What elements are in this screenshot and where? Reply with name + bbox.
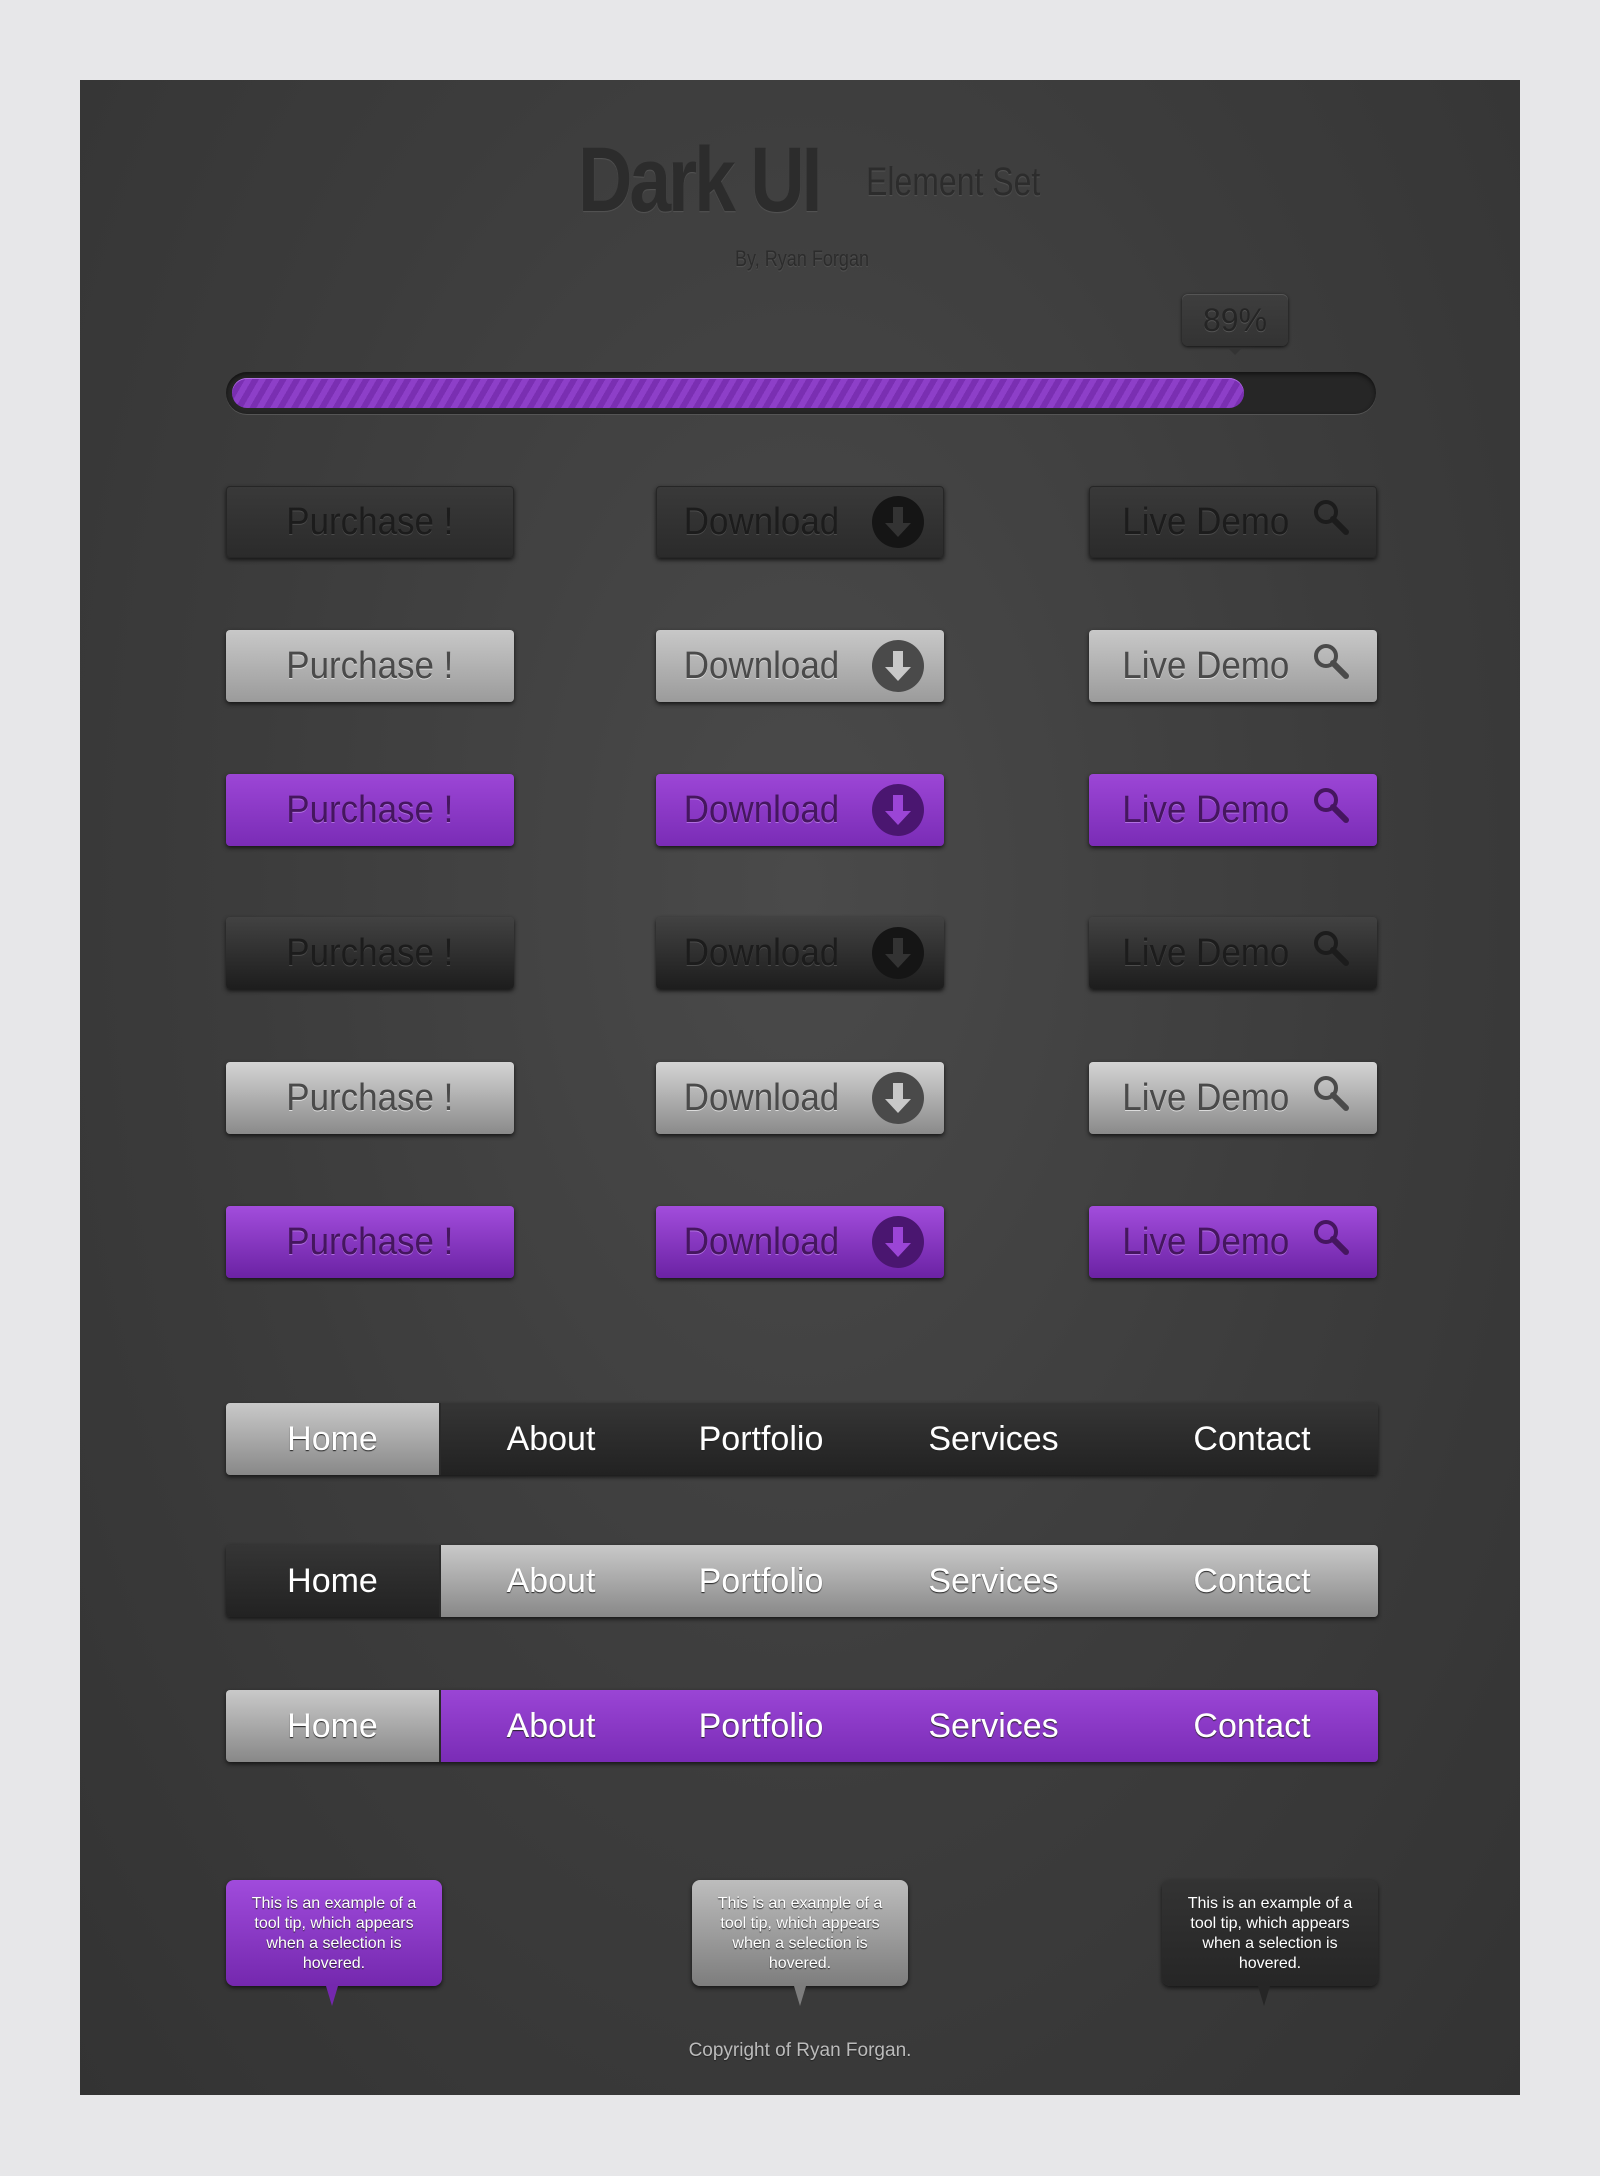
download-button[interactable]: Download: [656, 1062, 944, 1134]
download-button[interactable]: Download: [656, 917, 944, 989]
button-label: Download: [683, 1220, 839, 1263]
author-byline: By, Ryan Forgan: [735, 246, 870, 271]
button-label: Live Demo: [1122, 788, 1290, 831]
button-label: Purchase !: [286, 931, 454, 974]
nav-item-services[interactable]: Services: [861, 1403, 1126, 1475]
purchase-button[interactable]: Purchase !: [226, 1062, 514, 1134]
download-arrow-icon: [871, 1072, 924, 1124]
purchase-button[interactable]: Purchase !: [226, 1206, 514, 1278]
download-button[interactable]: Download: [656, 486, 944, 558]
copyright-text: Copyright of Ryan Forgan.: [688, 2040, 912, 2061]
button-label: Live Demo: [1122, 644, 1290, 687]
search-icon: [1311, 1217, 1351, 1267]
search-icon: [1311, 1073, 1351, 1123]
page-subtitle: Element Set: [866, 160, 1041, 204]
button-label: Purchase !: [286, 1220, 454, 1263]
live-demo-button[interactable]: Live Demo: [1089, 630, 1377, 702]
nav-item-home[interactable]: Home: [226, 1690, 441, 1762]
button-label: Live Demo: [1122, 1220, 1290, 1263]
nav-bar-purple: Home About Portfolio Services Contact: [226, 1690, 1378, 1762]
button-label: Download: [683, 1076, 839, 1119]
button-label: Live Demo: [1122, 931, 1290, 974]
live-demo-button[interactable]: Live Demo: [1089, 774, 1377, 846]
nav-bar-gray: Home About Portfolio Services Contact: [226, 1545, 1378, 1617]
tooltip-dark: This is an example of a tool tip, which …: [1162, 1880, 1378, 2006]
button-label: Purchase !: [286, 500, 454, 543]
nav-bar-dark: Home About Portfolio Services Contact: [226, 1403, 1378, 1475]
nav-item-contact[interactable]: Contact: [1126, 1403, 1378, 1475]
nav-item-about[interactable]: About: [441, 1545, 661, 1617]
nav-item-contact[interactable]: Contact: [1126, 1690, 1378, 1762]
progress-bar: [226, 372, 1376, 414]
button-label: Download: [683, 788, 839, 831]
purchase-button[interactable]: Purchase !: [226, 917, 514, 989]
nav-item-about[interactable]: About: [441, 1403, 661, 1475]
download-arrow-icon: [871, 640, 924, 692]
search-icon: [1311, 497, 1351, 547]
nav-item-home[interactable]: Home: [226, 1545, 441, 1617]
nav-item-home[interactable]: Home: [226, 1403, 441, 1475]
search-icon: [1311, 641, 1351, 691]
live-demo-button[interactable]: Live Demo: [1089, 1206, 1377, 1278]
download-button[interactable]: Download: [656, 1206, 944, 1278]
nav-item-portfolio[interactable]: Portfolio: [661, 1403, 861, 1475]
button-label: Purchase !: [286, 788, 454, 831]
button-label: Purchase !: [286, 1076, 454, 1119]
live-demo-button[interactable]: Live Demo: [1089, 1062, 1377, 1134]
nav-item-about[interactable]: About: [441, 1690, 661, 1762]
nav-item-portfolio[interactable]: Portfolio: [661, 1690, 861, 1762]
button-label: Download: [683, 500, 839, 543]
nav-item-services[interactable]: Services: [861, 1690, 1126, 1762]
nav-item-portfolio[interactable]: Portfolio: [661, 1545, 861, 1617]
live-demo-button[interactable]: Live Demo: [1089, 917, 1377, 989]
download-arrow-icon: [871, 927, 924, 979]
button-label: Download: [683, 644, 839, 687]
purchase-button[interactable]: Purchase !: [226, 630, 514, 702]
tooltip-gray: This is an example of a tool tip, which …: [692, 1880, 908, 2006]
download-arrow-icon: [871, 784, 924, 836]
button-label: Live Demo: [1122, 1076, 1290, 1119]
progress-fill: [232, 378, 1244, 408]
tooltip-purple: This is an example of a tool tip, which …: [226, 1880, 442, 2006]
nav-item-contact[interactable]: Contact: [1126, 1545, 1378, 1617]
progress-value-badge: 89%: [1182, 294, 1288, 355]
button-label: Live Demo: [1122, 500, 1290, 543]
nav-item-services[interactable]: Services: [861, 1545, 1126, 1617]
download-button[interactable]: Download: [656, 774, 944, 846]
purchase-button[interactable]: Purchase !: [226, 486, 514, 558]
download-arrow-icon: [871, 1216, 924, 1268]
search-icon: [1311, 785, 1351, 835]
search-icon: [1311, 928, 1351, 978]
download-button[interactable]: Download: [656, 630, 944, 702]
button-label: Purchase !: [286, 644, 454, 687]
download-arrow-icon: [871, 496, 924, 548]
purchase-button[interactable]: Purchase !: [226, 774, 514, 846]
button-label: Download: [683, 931, 839, 974]
page-title: Dark UI: [578, 129, 822, 231]
live-demo-button[interactable]: Live Demo: [1089, 486, 1377, 558]
